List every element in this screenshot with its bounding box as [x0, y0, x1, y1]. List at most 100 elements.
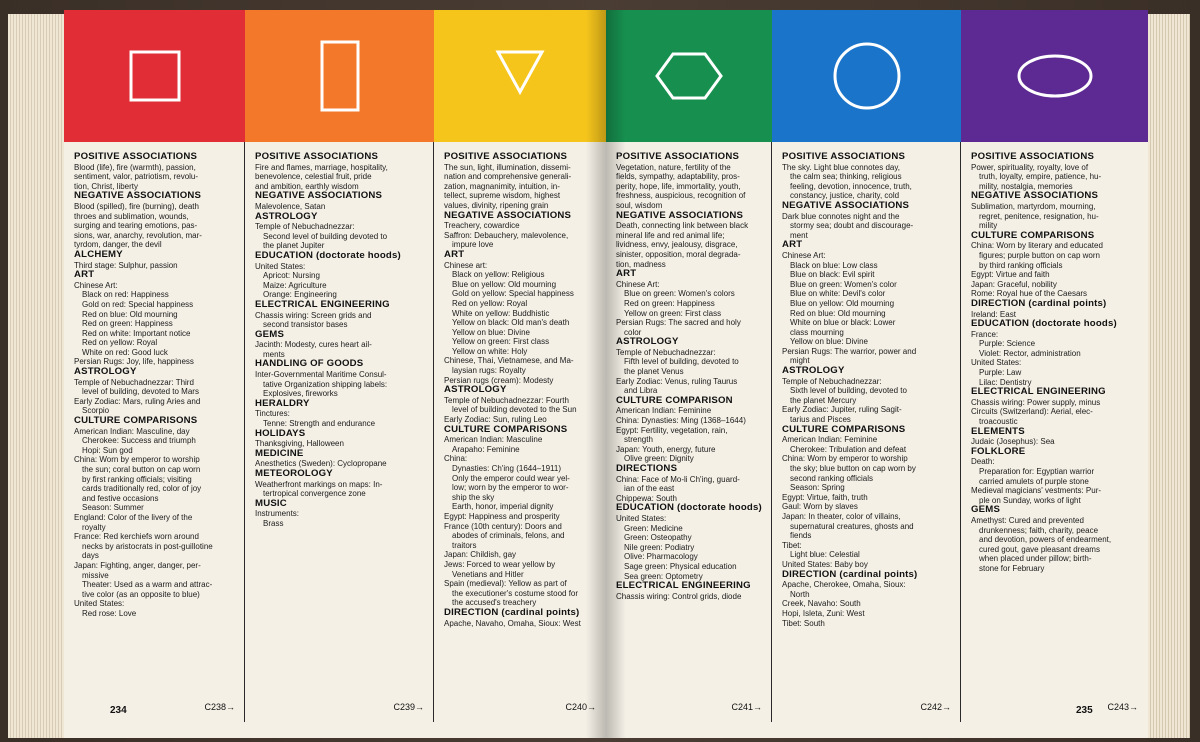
color-band-purple: [961, 10, 1148, 142]
section-heading: CULTURE COMPARISONS: [74, 415, 198, 427]
column-text: POSITIVE ASSOCIATIONS The sky. Light blue…: [782, 152, 955, 628]
section-line: Brass: [263, 518, 284, 528]
section-heading: EDUCATION (doctorate hoods): [255, 249, 401, 261]
section-line: ment: [790, 230, 808, 240]
section-line: American Indian: Masculine: [444, 435, 543, 445]
section-line: Yellow on blue: Divine: [452, 327, 530, 337]
column-text: POSITIVE ASSOCIATIONS Vegetation, nature,…: [616, 152, 766, 601]
association-section: NEGATIVE ASSOCIATIONS Malevolence, Satan: [255, 191, 428, 211]
section-line: Yellow on white: Holy: [452, 346, 528, 356]
column-text: POSITIVE ASSOCIATIONS Fire and flames, ma…: [255, 152, 428, 529]
section-line: days: [82, 551, 99, 561]
section-line: Circuits (Switzerland): Aerial, elec-: [971, 407, 1093, 417]
color-column-orange: POSITIVE ASSOCIATIONS Fire and flames, ma…: [245, 10, 434, 738]
section-line: benevolence, celestial fruit, pride: [255, 172, 372, 182]
association-section: FOLKLORE Death: Preparation for: Egyptian …: [971, 447, 1142, 506]
color-column-green: POSITIVE ASSOCIATIONS Vegetation, nature,…: [606, 10, 772, 738]
section-line: Gold on yellow: Special happiness: [452, 289, 574, 299]
section-line: and devotion, powers of endearment,: [979, 535, 1112, 545]
section-heading: CULTURE COMPARISON: [616, 394, 733, 406]
section-line: Amethyst: Cured and prevented: [971, 515, 1084, 525]
association-section: POSITIVE ASSOCIATIONS The sun, light, ill…: [444, 152, 600, 211]
association-section: CULTURE COMPARISON American Indian: Femin…: [616, 396, 766, 464]
section-line: Instruments:: [255, 509, 300, 519]
section-heading: POSITIVE ASSOCIATIONS: [74, 151, 198, 162]
section-line: Spain (medieval): Yellow as part of: [444, 579, 567, 589]
section-line: Apricot: Nursing: [263, 271, 320, 281]
section-line: the sun; coral button on cap worn: [82, 465, 201, 474]
section-line: United States:: [255, 261, 306, 271]
association-section: ELECTRICAL ENGINEERING Chassis wiring: Po…: [971, 387, 1142, 426]
section-line: level of building devoted to the Sun: [452, 405, 577, 415]
section-line: Red on green: Happiness: [82, 319, 173, 329]
section-line: Chassis wiring: Power supply, minus: [971, 397, 1101, 407]
section-line: The sky. Light blue connotes day,: [782, 162, 900, 172]
section-heading: HERALDRY: [255, 397, 310, 409]
section-line: France: Red kerchiefs worn around: [74, 532, 199, 542]
section-line: Chinese Art:: [782, 250, 826, 260]
association-section: NEGATIVE ASSOCIATIONS Dark blue connotes …: [782, 201, 955, 240]
section-heading: NEGATIVE ASSOCIATIONS: [971, 190, 1099, 202]
section-heading: DIRECTIONS: [616, 463, 678, 474]
association-section: HOLIDAYS Thanksgiving, Halloween: [255, 429, 428, 449]
association-section: CULTURE COMPARISONS American Indian: Masc…: [444, 425, 600, 608]
section-heading: CULTURE COMPARISONS: [782, 423, 906, 435]
section-line: Only the emperor could wear yel-: [452, 473, 570, 483]
section-line: Red rose: Love: [82, 608, 137, 618]
section-line: Egypt: Virtue, faith, truth: [782, 492, 868, 502]
section-line: China: Worn by emperor to worship: [782, 454, 908, 464]
section-line: by third ranking officials: [979, 260, 1063, 270]
section-line: Blue on green: Women's colors: [624, 289, 735, 299]
association-section: ASTROLOGY Temple of Nebuchadnezzar: Sixth …: [782, 366, 955, 425]
section-line: Apache, Cherokee, Omaha, Sioux:: [782, 580, 906, 590]
section-line: American Indian: Feminine: [616, 406, 712, 416]
section-line: Sage green: Physical education: [624, 561, 737, 571]
section-line: Power, spirituality, royalty, love of: [971, 162, 1089, 172]
section-line: Saffron: Debauchery, malevolence,: [444, 230, 569, 240]
section-line: Black on blue: Low class: [790, 260, 878, 270]
association-section: ELECTRICAL ENGINEERING Chassis wiring: Sc…: [255, 300, 428, 330]
section-heading: ASTROLOGY: [782, 365, 845, 377]
section-heading: CULTURE COMPARISONS: [971, 229, 1095, 241]
section-heading: ASTROLOGY: [255, 210, 318, 222]
left-page: POSITIVE ASSOCIATIONS Blood (life), fire …: [64, 10, 606, 738]
section-line: carried amulets of purple stone: [979, 476, 1089, 486]
section-line: Egypt: Virtue and faith: [971, 270, 1050, 280]
association-section: ART Chinese Art: Blue on green: Women's co…: [616, 269, 766, 337]
association-section: EDUCATION (doctorate hoods) United States…: [255, 251, 428, 300]
section-line: American Indian: Masculine, day: [74, 426, 190, 436]
section-line: Red on yellow: Royal: [452, 298, 528, 308]
association-section: ASTROLOGY Temple of Nebuchadnezzar: Second…: [255, 210, 428, 251]
section-line: Temple of Nebuchadnezzar:: [782, 376, 882, 386]
section-line: Tibet: South: [782, 618, 825, 628]
section-heading: NEGATIVE ASSOCIATIONS: [616, 209, 744, 221]
section-heading: POSITIVE ASSOCIATIONS: [255, 151, 379, 162]
section-line: Blue on green: Women's color: [790, 279, 897, 289]
association-section: DIRECTION (cardinal points) Apache, Navah…: [444, 608, 600, 628]
section-line: the planet Mercury: [790, 395, 857, 405]
association-section: DIRECTIONS China: Face of Mo-li Ch'ing, g…: [616, 464, 766, 503]
section-line: necks by aristocrats in post-guillotine: [82, 541, 213, 551]
section-line: cured gout, gave pleasant dreams: [979, 544, 1100, 554]
section-heading: EDUCATION (doctorate hoods): [616, 502, 762, 514]
column-text: POSITIVE ASSOCIATIONS Power, spirituality…: [971, 152, 1142, 574]
section-line: Egypt: Fertility, vegetation, rain,: [616, 425, 728, 435]
section-line: Inter-Governmental Maritime Consul-: [255, 370, 387, 380]
section-line: second ranking officials: [790, 473, 874, 483]
section-line: Chassis wiring: Control grids, diode: [616, 591, 742, 601]
section-heading: DIRECTION (cardinal points): [444, 606, 580, 618]
section-line: Chinese Art:: [616, 279, 660, 289]
section-line: and festive occasions: [82, 493, 159, 503]
section-line: freshness, auspicious, recognition of: [616, 191, 746, 201]
section-line: Tibet:: [782, 540, 802, 550]
section-line: abodes of criminals, felons, and: [452, 531, 565, 541]
section-line: Red on blue: Old mourning: [790, 308, 886, 318]
association-section: EDUCATION (doctorate hoods) United States…: [616, 503, 766, 581]
section-heading: ART: [74, 269, 95, 281]
section-line: Japan: In theater, color of villains,: [782, 511, 901, 521]
association-section: GEMS Amethyst: Cured and prevented drunken…: [971, 505, 1142, 573]
section-heading: DIRECTION (cardinal points): [782, 568, 918, 580]
section-line: feeling, devotion, innocence, truth,: [790, 181, 912, 191]
section-line: Weatherfront markings on maps: In-: [255, 479, 383, 489]
color-band-blue: [772, 10, 961, 142]
